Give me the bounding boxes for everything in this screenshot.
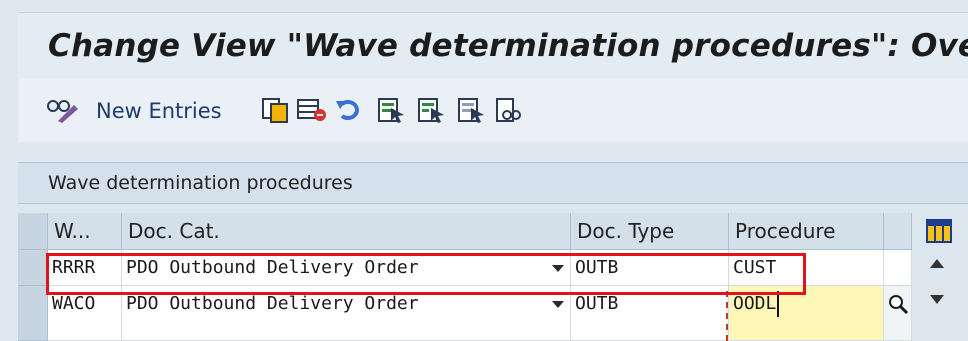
select-block-icon[interactable] <box>416 97 446 123</box>
title-bar: Change View "Wave determination procedur… <box>18 12 968 79</box>
panel-header: Wave determination procedures <box>18 162 968 204</box>
column-settings-icon[interactable] <box>926 219 952 243</box>
doc-cat-value: PDO Outbound Delivery Order <box>126 257 419 278</box>
table-cell-w[interactable]: RRRR <box>48 250 122 286</box>
table-cell-doc-type[interactable]: OUTB <box>571 286 729 341</box>
new-entries-button[interactable]: New Entries <box>96 99 222 123</box>
scroll-up-icon[interactable] <box>930 259 944 268</box>
undo-icon[interactable] <box>334 97 364 123</box>
chevron-down-icon[interactable] <box>552 301 564 308</box>
search-icon <box>889 295 909 315</box>
field-focus-marker <box>726 291 728 341</box>
table-scrollbar[interactable] <box>912 213 968 341</box>
column-header-w[interactable]: W... <box>48 213 122 250</box>
table-cell-procedure[interactable]: CUST <box>729 250 884 286</box>
column-header-spacer <box>884 213 912 250</box>
table-cell-doc-cat[interactable]: PDO Outbound Delivery Order <box>122 286 571 341</box>
procedure-value: OODL <box>733 293 777 314</box>
row-selector[interactable] <box>18 286 48 341</box>
application-toolbar: New Entries <box>18 78 968 142</box>
find-icon[interactable] <box>494 97 524 123</box>
table-cell-doc-type[interactable]: OUTB <box>571 250 729 286</box>
select-all-rows-cell[interactable] <box>18 213 48 250</box>
row-selector[interactable] <box>18 250 48 286</box>
copy-icon[interactable] <box>260 97 290 123</box>
column-header-doc-cat[interactable]: Doc. Cat. <box>122 213 571 250</box>
table-cell-procedure-active[interactable]: OODL <box>729 286 884 341</box>
table-cell-empty <box>884 250 912 286</box>
display-change-icon[interactable] <box>44 97 80 123</box>
delete-icon[interactable] <box>296 97 328 123</box>
column-header-procedure[interactable]: Procedure <box>729 213 884 250</box>
doc-cat-value: PDO Outbound Delivery Order <box>126 293 419 314</box>
value-help-button[interactable] <box>884 286 912 341</box>
column-header-doc-type[interactable]: Doc. Type <box>571 213 729 250</box>
panel-title: Wave determination procedures <box>48 172 353 194</box>
select-all-icon[interactable] <box>376 97 406 123</box>
scroll-down-icon[interactable] <box>930 295 944 304</box>
chevron-down-icon[interactable] <box>552 265 564 272</box>
deselect-all-icon[interactable] <box>456 97 486 123</box>
text-cursor <box>777 291 779 317</box>
page-title: Change View "Wave determination procedur… <box>48 28 968 64</box>
table-cell-w[interactable]: WACO <box>48 286 122 341</box>
procedures-table: W... Doc. Cat. Doc. Type Procedure RRRR … <box>18 213 968 341</box>
table-cell-doc-cat[interactable]: PDO Outbound Delivery Order <box>122 250 571 286</box>
